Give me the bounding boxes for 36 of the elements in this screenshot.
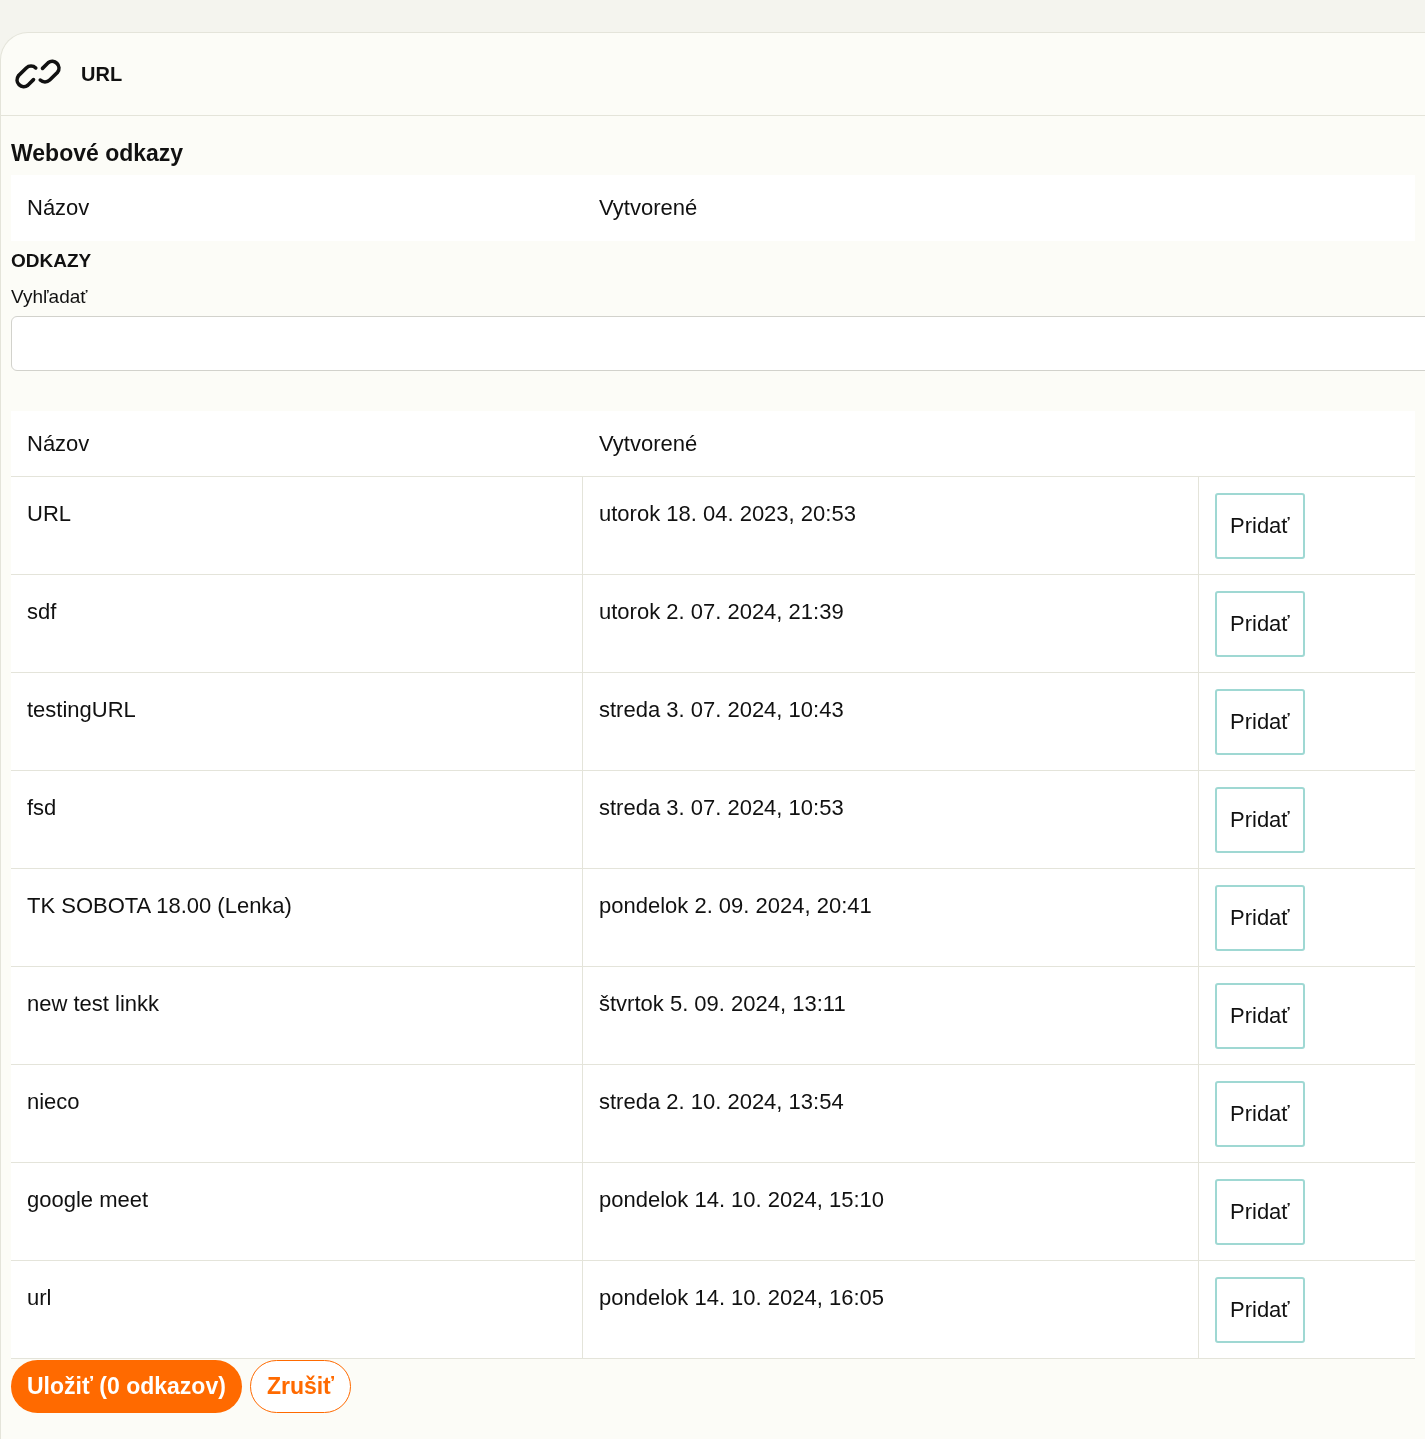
table-cell: sdf — [27, 598, 57, 624]
add-button[interactable]: Pridať — [1215, 688, 1305, 755]
table-cell: google meet — [27, 1186, 149, 1212]
add-button[interactable]: Pridať — [1215, 1080, 1305, 1147]
table-cell: streda 3. 07. 2024, 10:43 — [599, 696, 844, 722]
add-button[interactable]: Pridať — [1215, 982, 1305, 1049]
table-cell: streda 2. 10. 2024, 13:54 — [599, 1088, 844, 1114]
add-button[interactable]: Pridať — [1215, 590, 1305, 657]
table-cell: testingURL — [27, 696, 136, 722]
table-cell: nieco — [27, 1088, 80, 1114]
table-cell: pondelok 2. 09. 2024, 20:41 — [599, 892, 872, 918]
add-button[interactable]: Pridať — [1215, 884, 1305, 951]
table-cell: utorok 18. 04. 2023, 20:53 — [599, 500, 856, 526]
table-cell: fsd — [27, 794, 57, 820]
table-cell: utorok 2. 07. 2024, 21:39 — [599, 598, 844, 624]
table-cell: štvrtok 5. 09. 2024, 13:11 — [599, 990, 846, 1016]
table-cell: streda 3. 07. 2024, 10:53 — [599, 794, 844, 820]
add-button[interactable]: Pridať — [1215, 786, 1305, 853]
column-header: Názov — [27, 195, 90, 220]
column-header: Názov — [27, 430, 90, 456]
add-button[interactable]: Pridať — [1215, 1178, 1305, 1245]
table-cell: new test linkk — [27, 990, 160, 1016]
table-cell: url — [27, 1284, 52, 1310]
search-field[interactable] — [11, 315, 1425, 371]
table-cell: URL — [27, 500, 71, 526]
links-label: ODKAZY — [11, 248, 93, 273]
table-cell: TK SOBOTA 18.00 (Lenka) — [27, 892, 292, 918]
add-button[interactable]: Pridať — [1215, 492, 1305, 559]
column-header: Vytvorené — [599, 430, 698, 456]
search-label: Vyhľadať — [11, 285, 89, 309]
header-title: URL — [81, 62, 123, 87]
section-title: Webové odkazy — [11, 139, 185, 168]
add-button[interactable]: Pridať — [1215, 1276, 1305, 1343]
table-cell: pondelok 14. 10. 2024, 16:05 — [599, 1284, 885, 1310]
column-header: Vytvorené — [599, 195, 698, 220]
table-cell: pondelok 14. 10. 2024, 15:10 — [599, 1186, 885, 1212]
